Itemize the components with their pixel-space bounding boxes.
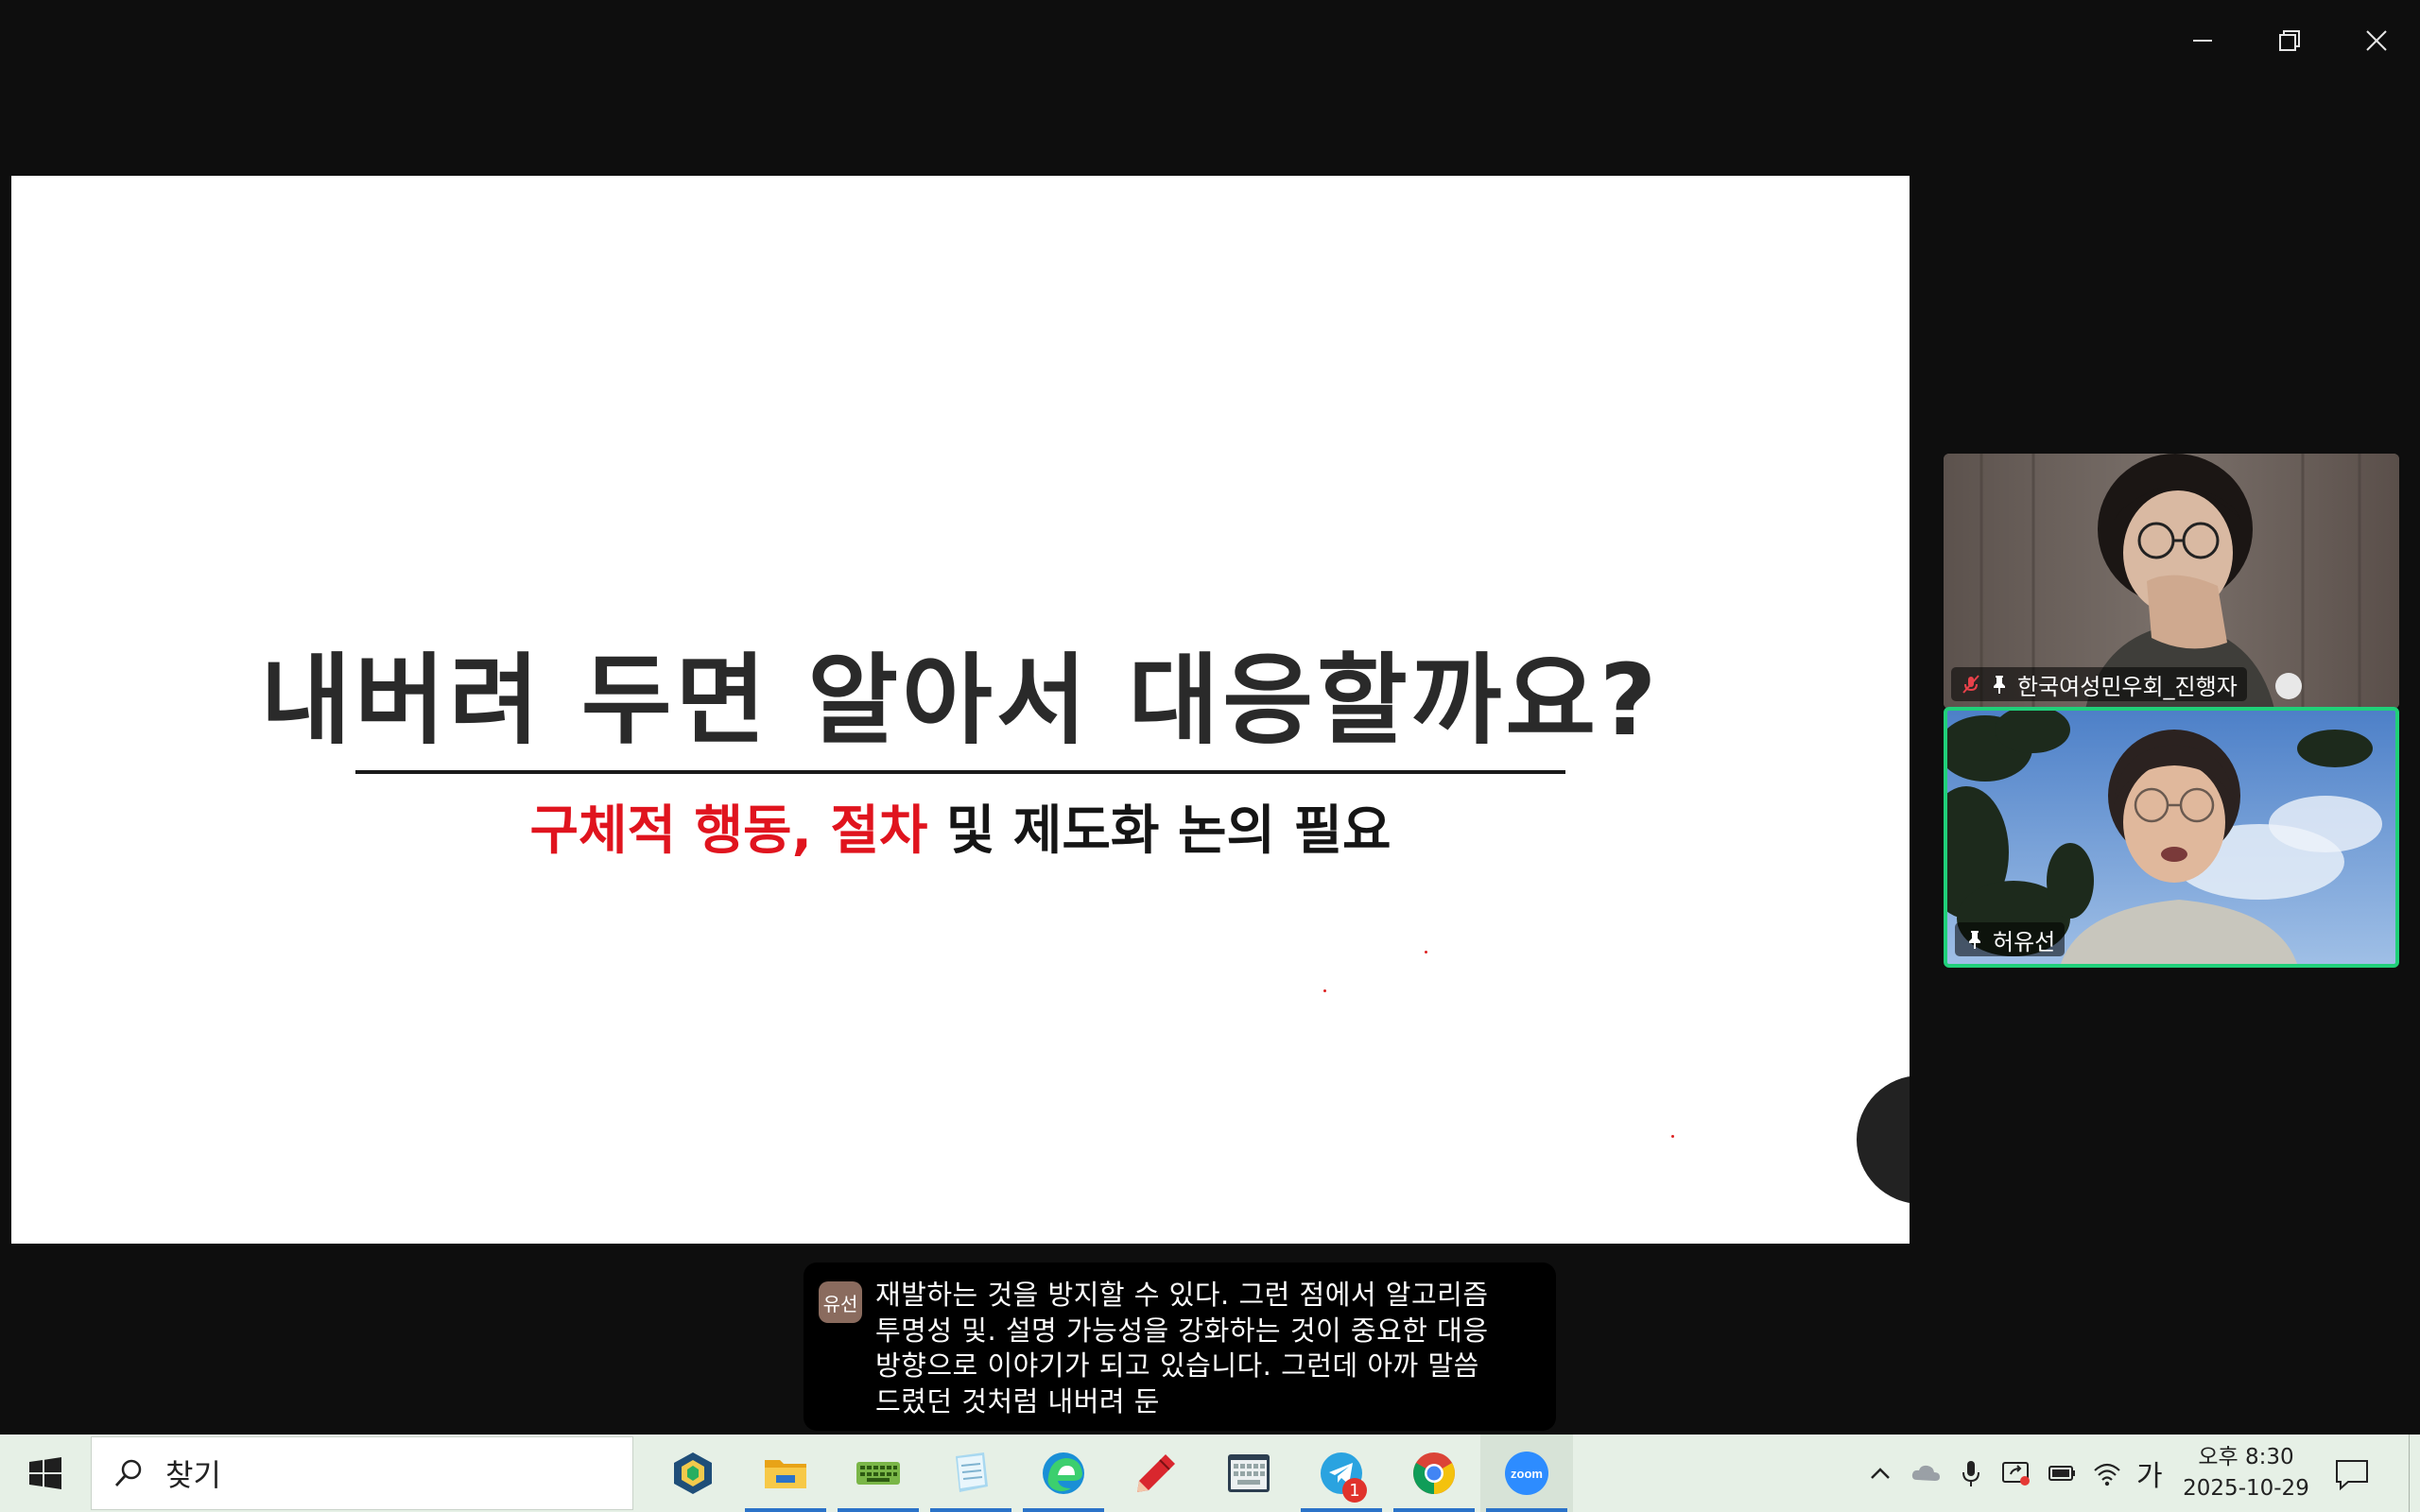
caption-line: 방향으로 이야기가 되고 있습니다. 그런데 아까 말씀 xyxy=(875,1349,1479,1382)
wifi-icon[interactable] xyxy=(2091,1457,2123,1489)
caption-line: 드렸던 것처럼 내버려 둔 xyxy=(875,1384,1160,1418)
taskbar-search-box[interactable]: 찾기 xyxy=(91,1436,633,1510)
zoom-icon: zoom xyxy=(1505,1452,1548,1495)
onedrive-icon[interactable] xyxy=(1910,1457,1942,1489)
caption-line: 투명성 및. 설명 가능성을 강화하는 것이 중요한 대응 xyxy=(875,1314,1489,1347)
minimize-icon xyxy=(2193,40,2212,42)
active-speaker-video-tile[interactable]: 허유선 xyxy=(1944,707,2399,968)
participant-nametag: 한국여성민우회_진행자 xyxy=(1951,667,2247,701)
taskbar-app-screen-keyboard[interactable] xyxy=(1202,1435,1295,1512)
taskbar-app-copilot[interactable] xyxy=(647,1435,739,1512)
file-explorer-icon xyxy=(765,1460,806,1488)
notepad-icon xyxy=(956,1452,988,1492)
participant-video-tile[interactable]: 한국여성민우회_진행자 xyxy=(1944,454,2399,709)
caption-line: 재발하는 것을 방지할 수 있다. 그런 점에서 알고리즘 xyxy=(875,1279,1489,1311)
participant-name: 한국여성민우회_진행자 xyxy=(2017,673,2238,700)
restore-icon xyxy=(2279,30,2300,51)
zoom-logo-text: zoom xyxy=(1511,1467,1543,1481)
copilot-app-icon xyxy=(674,1452,712,1494)
start-button[interactable] xyxy=(0,1435,91,1512)
shared-screen-slide: 내버려 두면 알아서 대응할까요? 구체적 행동, 절차 및 제도화 논의 필요 xyxy=(11,176,1910,1244)
participant-nametag: 허유선 xyxy=(1955,922,2066,956)
screen-keyboard-icon xyxy=(1228,1454,1270,1492)
clock-time: 오후 8:30 xyxy=(2198,1445,2294,1469)
minimize-button[interactable] xyxy=(2159,0,2246,81)
taskbar-app-chrome[interactable] xyxy=(1388,1435,1480,1512)
mic-muted-icon xyxy=(1962,675,1979,694)
taskbar-app-file-explorer[interactable] xyxy=(739,1435,832,1512)
taskbar-clock[interactable]: 오후 8:30 2025-10-29 xyxy=(2180,1442,2312,1504)
taskbar-app-edge[interactable] xyxy=(1017,1435,1110,1512)
annotation-dot xyxy=(1425,951,1427,954)
close-icon xyxy=(2366,30,2387,51)
annotation-dot xyxy=(1671,1135,1674,1138)
microphone-icon[interactable] xyxy=(1955,1457,1987,1489)
slide-title: 내버려 두면 알아서 대응할까요? xyxy=(260,643,1661,758)
edge-browser-icon xyxy=(1043,1452,1084,1494)
caption-text: 재발하는 것을 방지할 수 있다. 그런 점에서 알고리즘 투명성 및. 설명 … xyxy=(875,1278,1489,1431)
windows-logo-icon xyxy=(29,1457,61,1489)
ime-indicator[interactable]: 가 xyxy=(2136,1452,2163,1494)
live-caption-panel: 유선 재발하는 것을 방지할 수 있다. 그런 점에서 알고리즘 투명성 및. … xyxy=(804,1263,1556,1431)
show-desktop-button[interactable] xyxy=(2409,1435,2412,1512)
annotation-dot xyxy=(1323,989,1326,992)
chrome-icon xyxy=(1413,1452,1455,1494)
screen-share-icon[interactable] xyxy=(2000,1457,2032,1489)
participant-name: 허유선 xyxy=(1993,928,2056,955)
taskbar-apps: 1 zoom xyxy=(647,1435,1573,1512)
window-controls xyxy=(2159,0,2420,81)
slide-subtitle-rest: 및 제도화 논의 필요 xyxy=(927,800,1392,862)
battery-icon[interactable] xyxy=(2046,1457,2078,1489)
taskbar-app-telegram[interactable]: 1 xyxy=(1295,1435,1388,1512)
pin-icon xyxy=(1969,931,1980,949)
restore-button[interactable] xyxy=(2246,0,2333,81)
notification-badge: 1 xyxy=(1342,1478,1367,1503)
taskbar-app-zoom[interactable]: zoom xyxy=(1480,1435,1573,1512)
taskbar-app-keyboard[interactable] xyxy=(832,1435,925,1512)
caption-speaker-avatar: 유선 xyxy=(819,1281,862,1323)
chevron-up-icon[interactable] xyxy=(1864,1457,1896,1489)
floating-share-control[interactable] xyxy=(1857,1075,1910,1204)
taskbar-app-pen[interactable] xyxy=(1110,1435,1202,1512)
taskbar: 찾기 1 zoom 가 오후 8:30 2025-10-29 xyxy=(0,1435,2420,1512)
slide-divider xyxy=(355,770,1565,774)
search-placeholder: 찾기 xyxy=(165,1457,221,1493)
pin-icon xyxy=(1994,676,2005,694)
notification-center-icon[interactable] xyxy=(2333,1455,2371,1493)
search-icon xyxy=(114,1459,142,1486)
zoom-meeting-window: 내버려 두면 알아서 대응할까요? 구체적 행동, 절차 및 제도화 논의 필요 xyxy=(0,0,2420,1435)
system-tray: 가 xyxy=(1864,1435,2163,1512)
slide-subtitle-highlight: 구체적 행동, 절차 xyxy=(529,800,928,862)
taskbar-app-notepad[interactable] xyxy=(925,1435,1017,1512)
close-button[interactable] xyxy=(2333,0,2420,81)
keyboard-app-icon xyxy=(856,1462,900,1485)
clock-date: 2025-10-29 xyxy=(2183,1476,2309,1501)
pen-app-icon xyxy=(1137,1454,1175,1492)
slide-subtitle: 구체적 행동, 절차 및 제도화 논의 필요 xyxy=(11,788,1910,865)
